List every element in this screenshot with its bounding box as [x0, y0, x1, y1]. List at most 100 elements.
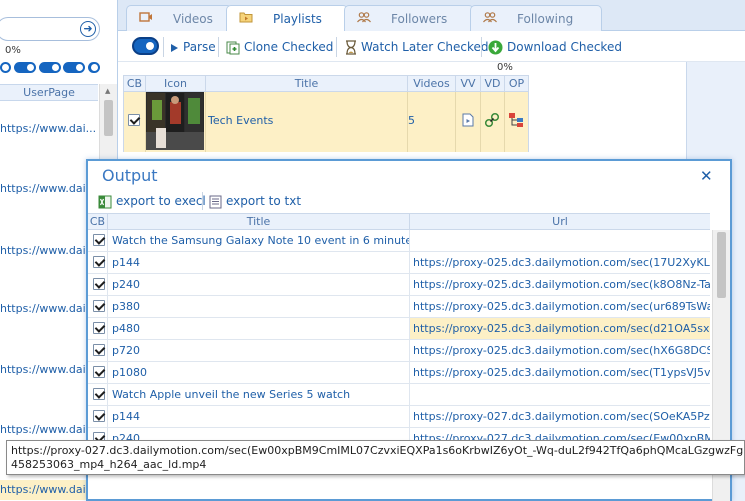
left-list-row[interactable]: https://www.dai...	[0, 360, 98, 380]
toggle-5[interactable]	[88, 62, 100, 73]
toggle-1[interactable]	[0, 62, 11, 73]
playlist-op-cell	[505, 92, 528, 152]
playlist-grid: CB Icon Title Videos VV VD OP Tech Event…	[123, 75, 529, 152]
excel-icon	[98, 195, 112, 208]
userpage-column-header[interactable]: UserPage	[0, 84, 98, 101]
playlist-title-cell[interactable]: Tech Events	[206, 92, 408, 152]
output-row[interactable]: p1080 https://proxy-025.dc3.dailymotion.…	[88, 362, 710, 384]
main-progress-label: 0%	[497, 62, 513, 73]
video-details-link-icon[interactable]	[484, 112, 500, 128]
tab-followers-label: Followers	[391, 12, 448, 26]
row-url	[410, 384, 710, 405]
row-checkbox[interactable]	[93, 234, 105, 246]
row-title: p144	[108, 252, 410, 273]
row-title: p240	[108, 274, 410, 295]
output-grid-header: CB Title Url	[88, 213, 710, 230]
select-all-toggle[interactable]	[132, 37, 159, 55]
playlist-thumbnail-image[interactable]	[146, 92, 204, 150]
left-list-row[interactable]: https://www.dai...	[0, 480, 98, 500]
column-header-op[interactable]: OP	[505, 76, 528, 92]
row-checkbox[interactable]	[93, 256, 105, 268]
column-header-icon[interactable]: Icon	[146, 76, 206, 92]
playlist-toolbar: Parse Clone Checked Watch Later Checked …	[118, 31, 745, 62]
output-row[interactable]: p720 https://proxy-025.dc3.dailymotion.c…	[88, 340, 710, 362]
column-header-title[interactable]: Title	[206, 76, 408, 92]
toggle-3[interactable]	[39, 62, 61, 73]
toolbar-divider	[218, 37, 219, 57]
column-header-url[interactable]: Url	[410, 214, 710, 229]
left-scroll-thumb[interactable]	[104, 100, 113, 136]
output-row[interactable]: Watch Apple unveil the new Series 5 watc…	[88, 384, 710, 406]
left-list-row[interactable]: https://www.dai...	[0, 299, 98, 319]
operations-tree-icon[interactable]	[508, 112, 524, 128]
export-excel-button[interactable]: export to execl	[98, 192, 206, 210]
row-checkbox[interactable]	[93, 366, 105, 378]
tab-playlists-label: Playlists	[273, 12, 322, 26]
parse-button[interactable]: Parse	[170, 38, 216, 56]
column-header-videos[interactable]: Videos	[408, 76, 456, 92]
playlist-vd-cell	[481, 92, 505, 152]
column-header-title[interactable]: Title	[108, 214, 410, 229]
output-row[interactable]: p144 https://proxy-027.dc3.dailymotion.c…	[88, 406, 710, 428]
row-cb-cell	[88, 318, 108, 339]
output-toolbar: export to execl export to txt	[88, 190, 730, 212]
column-header-cb[interactable]: CB	[124, 76, 146, 92]
tab-followers[interactable]: Followers	[344, 5, 474, 31]
playlist-cb-cell	[124, 92, 146, 152]
output-row[interactable]: p144 https://proxy-025.dc3.dailymotion.c…	[88, 252, 710, 274]
toolbar-divider	[163, 37, 164, 57]
output-row[interactable]: p240 https://proxy-025.dc3.dailymotion.c…	[88, 274, 710, 296]
go-arrow-icon[interactable]: ➜	[80, 21, 96, 37]
playlist-videos-cell: 5	[408, 92, 456, 152]
tooltip-line-1: https://proxy-027.dc3.dailymotion.com/se…	[11, 444, 745, 457]
row-cb-cell	[88, 274, 108, 295]
left-list-row[interactable]: https://www.dai...	[0, 179, 98, 199]
users-icon	[357, 12, 371, 23]
toggle-2[interactable]	[14, 62, 36, 73]
row-checkbox[interactable]	[93, 300, 105, 312]
close-icon[interactable]: ✕	[700, 167, 713, 185]
view-videos-icon[interactable]	[462, 113, 474, 127]
output-row-selected[interactable]: p480 https://proxy-025.dc3.dailymotion.c…	[88, 318, 710, 340]
watch-later-checked-button[interactable]: Watch Later Checked	[345, 38, 489, 56]
left-list-row[interactable]: https://www.dai...	[0, 241, 98, 261]
scroll-up-arrow-icon[interactable]: ▲	[105, 87, 110, 95]
left-list-row[interactable]: https://www.dai...	[0, 420, 98, 440]
column-header-vv[interactable]: VV	[456, 76, 481, 92]
tab-playlists[interactable]: Playlists	[226, 5, 348, 32]
column-header-vd[interactable]: VD	[481, 76, 505, 92]
tab-videos[interactable]: Videos	[126, 5, 232, 31]
tab-following[interactable]: Following	[470, 5, 602, 31]
clone-checked-button[interactable]: Clone Checked	[226, 38, 333, 56]
row-checkbox[interactable]	[93, 344, 105, 356]
row-checkbox[interactable]	[93, 322, 105, 334]
row-url: https://proxy-025.dc3.dailymotion.com/se…	[413, 278, 710, 291]
toggle-4[interactable]	[63, 62, 85, 73]
row-cb-cell	[88, 406, 108, 427]
output-row[interactable]: Watch the Samsung Galaxy Note 10 event i…	[88, 230, 710, 252]
playlist-row-checkbox[interactable]	[128, 114, 140, 126]
row-url: https://proxy-025.dc3.dailymotion.com/se…	[413, 366, 710, 379]
tab-following-label: Following	[517, 12, 574, 26]
download-checked-button[interactable]: Download Checked	[488, 38, 622, 56]
toolbar-divider	[481, 37, 482, 57]
export-txt-button[interactable]: export to txt	[209, 192, 301, 210]
row-title: p720	[108, 340, 410, 361]
users-icon	[483, 12, 497, 23]
output-scroll-thumb[interactable]	[717, 232, 726, 298]
column-header-cb[interactable]: CB	[88, 214, 108, 229]
row-checkbox[interactable]	[93, 388, 105, 400]
row-checkbox[interactable]	[93, 278, 105, 290]
url-tooltip: https://proxy-027.dc3.dailymotion.com/se…	[6, 440, 745, 475]
row-title: p380	[108, 296, 410, 317]
clone-icon	[226, 41, 240, 54]
row-checkbox[interactable]	[93, 410, 105, 422]
row-title: p144	[108, 406, 410, 427]
row-url: https://proxy-025.dc3.dailymotion.com/se…	[413, 344, 710, 357]
left-list-row[interactable]: https://www.dai...	[0, 119, 98, 139]
row-url: https://proxy-025.dc3.dailymotion.com/se…	[413, 256, 710, 269]
row-url: https://proxy-025.dc3.dailymotion.com/se…	[410, 318, 710, 339]
output-row[interactable]: p380 https://proxy-025.dc3.dailymotion.c…	[88, 296, 710, 318]
row-title: Watch Apple unveil the new Series 5 watc…	[108, 384, 410, 405]
watch-later-checked-label: Watch Later Checked	[361, 40, 489, 54]
